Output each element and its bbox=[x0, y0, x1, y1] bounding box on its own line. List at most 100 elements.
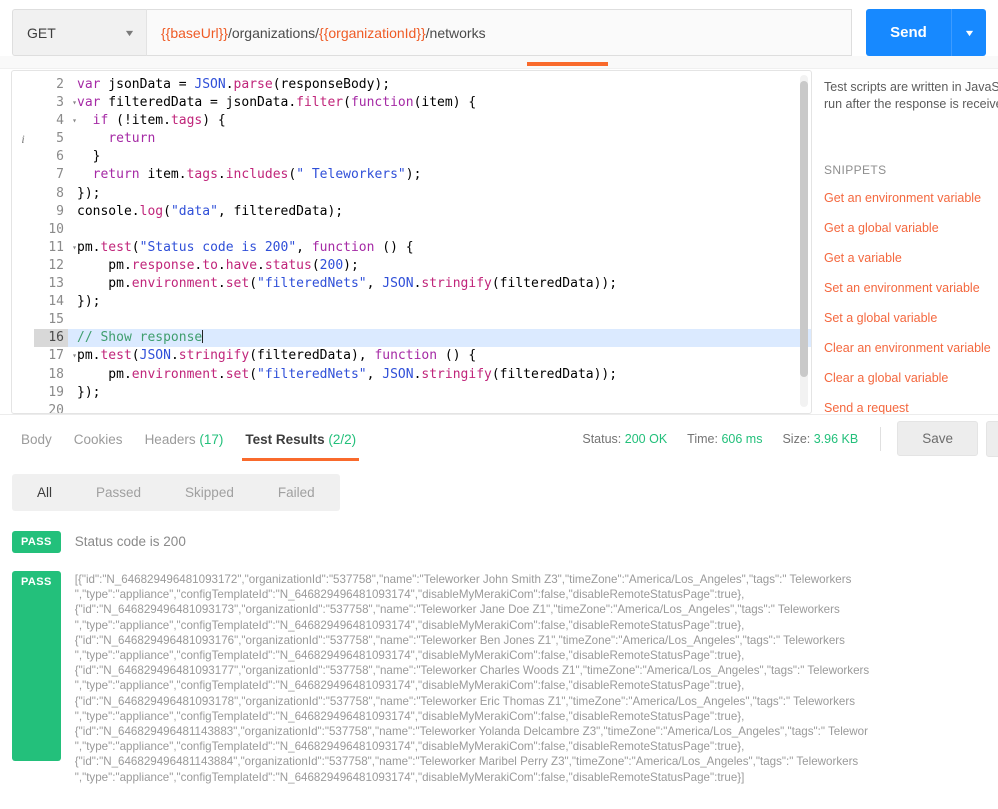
editor-line-numbers: 23▾4▾567891011▾121314151617▾181920 bbox=[34, 76, 68, 414]
editor-code-line[interactable]: pm.environment.set("filteredNets", JSON.… bbox=[68, 275, 811, 293]
send-button-group: Send ▼ bbox=[866, 9, 986, 56]
editor-line-number: 7 bbox=[34, 166, 68, 184]
filter-failed[interactable]: Failed bbox=[256, 477, 337, 508]
status-meta: Status: 200 OK bbox=[582, 432, 667, 446]
editor-code-line[interactable] bbox=[68, 221, 811, 239]
test-result-name: Status code is 200 bbox=[75, 531, 186, 549]
snippet-item[interactable]: Set a global variable bbox=[824, 303, 998, 333]
editor-code-line[interactable]: pm.test("Status code is 200", function (… bbox=[68, 239, 811, 257]
editor-gutter-spacer bbox=[12, 112, 34, 130]
editor-code-line[interactable]: }); bbox=[68, 293, 811, 311]
time-label: Time: bbox=[687, 432, 718, 446]
editor-code-line[interactable]: console.log("data", filteredData); bbox=[68, 203, 811, 221]
editor-line-number: 9 bbox=[34, 203, 68, 221]
request-tab-strip bbox=[0, 56, 998, 69]
editor-code-line[interactable] bbox=[68, 402, 811, 414]
tab-label: Body bbox=[21, 432, 52, 447]
snippets-heading: SNIPPETS bbox=[824, 163, 998, 177]
request-bar: GET ▼ {{baseUrl}}/organizations/{{organi… bbox=[0, 0, 998, 56]
snippet-item[interactable]: Get a variable bbox=[824, 243, 998, 273]
test-script-section: i 23▾4▾567891011▾121314151617▾181920 var… bbox=[0, 69, 998, 414]
editor-line-number: 12 bbox=[34, 257, 68, 275]
editor-gutter-spacer bbox=[12, 384, 34, 402]
editor-code-line[interactable]: }); bbox=[68, 384, 811, 402]
editor-gutter-spacer bbox=[12, 402, 34, 414]
url-path-mid: /organizations/ bbox=[228, 25, 319, 41]
editor-code-line[interactable]: pm.environment.set("filteredNets", JSON.… bbox=[68, 366, 811, 384]
editor-code-line[interactable] bbox=[68, 311, 811, 329]
editor-line-number: 18 bbox=[34, 366, 68, 384]
editor-code-line[interactable]: if (!item.tags) { bbox=[68, 112, 811, 130]
http-method-label: GET bbox=[27, 25, 56, 41]
size-label: Size: bbox=[782, 432, 810, 446]
editor-code-content[interactable]: var jsonData = JSON.parse(responseBody);… bbox=[68, 76, 811, 414]
send-button[interactable]: Send bbox=[866, 9, 951, 56]
editor-code-line[interactable]: pm.test(JSON.stringify(filteredData), fu… bbox=[68, 347, 811, 365]
test-result-row: PASS Status code is 200 bbox=[12, 531, 998, 553]
editor-line-number: 16 bbox=[34, 329, 68, 347]
editor-gutter-spacer bbox=[12, 366, 34, 384]
editor-gutter-spacer bbox=[12, 166, 34, 184]
test-status-badge: PASS bbox=[12, 531, 61, 553]
tab-label: Headers bbox=[145, 432, 196, 447]
editor-code-line[interactable]: return bbox=[68, 130, 811, 148]
editor-line-number: 6 bbox=[34, 148, 68, 166]
active-tab-indicator bbox=[527, 62, 608, 66]
editor-line-number: 15 bbox=[34, 311, 68, 329]
editor-code-line[interactable]: // Show response bbox=[68, 329, 811, 347]
editor-scrollbar-thumb[interactable] bbox=[800, 81, 808, 377]
editor-code-line[interactable]: }); bbox=[68, 185, 811, 203]
snippets-description-line-1: Test scripts are written in JavaScri bbox=[824, 79, 998, 96]
send-options-button[interactable]: ▼ bbox=[951, 9, 986, 56]
response-tab-headers[interactable]: Headers (17) bbox=[134, 417, 235, 461]
save-response-button[interactable]: Save bbox=[897, 421, 978, 456]
editor-gutter-spacer bbox=[12, 347, 34, 365]
snippets-description-line-2: run after the response is received bbox=[824, 96, 998, 113]
snippets-panel: Test scripts are written in JavaScri run… bbox=[812, 69, 998, 414]
tab-label: Cookies bbox=[74, 432, 123, 447]
editor-gutter-spacer bbox=[12, 293, 34, 311]
text-cursor bbox=[202, 330, 203, 343]
response-more-options-button[interactable] bbox=[986, 421, 998, 457]
filter-passed[interactable]: Passed bbox=[74, 477, 163, 508]
editor-code-line[interactable]: var filteredData = jsonData.filter(funct… bbox=[68, 94, 811, 112]
size-value: 3.96 KB bbox=[814, 432, 858, 446]
filter-all[interactable]: All bbox=[15, 477, 74, 508]
snippet-item[interactable]: Set an environment variable bbox=[824, 273, 998, 303]
status-value: 200 OK bbox=[625, 432, 667, 446]
editor-line-number: 4▾ bbox=[34, 112, 68, 130]
request-url-input[interactable]: {{baseUrl}}/organizations/{{organization… bbox=[146, 9, 852, 56]
http-method-select[interactable]: GET ▼ bbox=[12, 9, 146, 56]
snippet-item[interactable]: Clear a global variable bbox=[824, 363, 998, 393]
editor-line-number: 20 bbox=[34, 402, 68, 414]
editor-gutter-spacer bbox=[12, 185, 34, 203]
response-tab-cookies[interactable]: Cookies bbox=[63, 417, 134, 461]
editor-code-line[interactable]: pm.response.to.have.status(200); bbox=[68, 257, 811, 275]
editor-line-number: 5 bbox=[34, 130, 68, 148]
snippet-item[interactable]: Get an environment variable bbox=[824, 183, 998, 213]
status-label: Status: bbox=[582, 432, 621, 446]
filter-skipped[interactable]: Skipped bbox=[163, 477, 256, 508]
editor-scrollbar[interactable] bbox=[800, 75, 808, 407]
url-org-variable: {{organizationId}} bbox=[319, 25, 426, 41]
snippet-item[interactable]: Get a global variable bbox=[824, 213, 998, 243]
code-editor[interactable]: i 23▾4▾567891011▾121314151617▾181920 var… bbox=[11, 70, 812, 414]
editor-info-icon[interactable]: i bbox=[12, 130, 34, 148]
response-tab-body[interactable]: Body bbox=[10, 417, 63, 461]
editor-gutter-spacer bbox=[12, 257, 34, 275]
snippet-item[interactable]: Clear an environment variable bbox=[824, 333, 998, 363]
editor-code-line[interactable]: } bbox=[68, 148, 811, 166]
url-base-variable: {{baseUrl}} bbox=[161, 25, 228, 41]
tab-label: Test Results bbox=[245, 432, 324, 447]
editor-line-number: 11▾ bbox=[34, 239, 68, 257]
editor-code-line[interactable]: var jsonData = JSON.parse(responseBody); bbox=[68, 76, 811, 94]
editor-code-line[interactable]: return item.tags.includes(" Teleworkers"… bbox=[68, 166, 811, 184]
editor-gutter-spacer bbox=[12, 94, 34, 112]
editor-gutter-spacer bbox=[12, 76, 34, 94]
time-meta: Time: 606 ms bbox=[687, 432, 762, 446]
response-tab-test-results[interactable]: Test Results (2/2) bbox=[234, 417, 367, 461]
tab-count: (17) bbox=[199, 432, 223, 447]
editor-gutter-spacer bbox=[12, 148, 34, 166]
snippet-item[interactable]: Send a request bbox=[824, 393, 998, 414]
test-result-filters: AllPassedSkippedFailed bbox=[12, 474, 340, 511]
